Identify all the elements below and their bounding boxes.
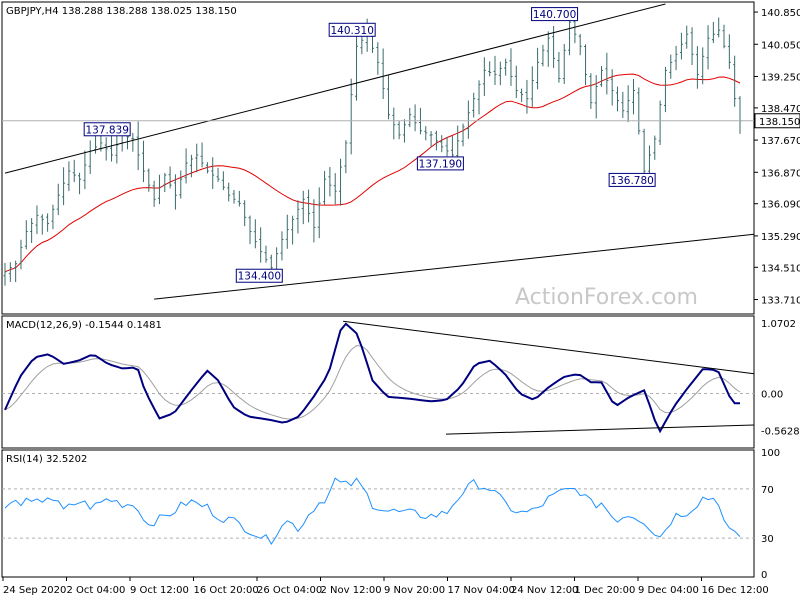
price-y-tick-label: 137.670 (761, 136, 800, 147)
macd-title: MACD(12,26,9) -0.1544 0.1481 (6, 320, 162, 331)
x-tick-label: 9 Dec 04:00 (638, 585, 699, 596)
x-tick-label: 17 Nov 04:00 (448, 585, 515, 596)
rsi-y-tick-label: 0 (761, 570, 767, 581)
rsi-title: RSI(14) 32.5202 (6, 454, 87, 465)
x-tick-label: 2 Nov 12:00 (321, 585, 382, 596)
x-tick-label: 9 Nov 20:00 (384, 585, 445, 596)
price-y-tick-label: 136.090 (761, 200, 800, 211)
price-y-tick-label: 135.290 (761, 232, 800, 243)
x-tick-label: 24 Sep 2020 (3, 585, 66, 596)
price-y-tick-label: 140.050 (761, 40, 800, 51)
x-tick-label: 26 Oct 04:00 (257, 585, 322, 596)
price-label: 140.700 (533, 9, 576, 21)
price-label: 137.190 (419, 158, 462, 170)
price-y-tick-label: 139.250 (761, 72, 800, 83)
x-tick-label: 24 Nov 12:00 (511, 585, 578, 596)
chart-svg: 137.839 140.310 140.700 137.190 136.780 134.4… (0, 0, 800, 600)
macd-y-tick-label: 1.0702 (761, 319, 796, 330)
price-label: 140.310 (330, 25, 373, 37)
price-label: 134.400 (238, 271, 281, 283)
price-y-tick-label: 136.870 (761, 168, 800, 179)
symbol-header: GBPJPY,H4 138.288 138.288 138.025 138.15… (6, 6, 237, 17)
x-tick-label: 1 Dec 20:00 (575, 585, 636, 596)
macd-y-tick-label: -0.5628 (761, 426, 800, 437)
price-label: 136.780 (610, 175, 653, 187)
macd-y-tick-label: 0.00 (761, 389, 783, 400)
rsi-y-tick-label: 30 (761, 534, 774, 545)
gbpjpy-chart: 137.839 140.310 140.700 137.190 136.780 134.4… (0, 0, 800, 600)
x-tick-label: 2 Oct 04:00 (67, 585, 126, 596)
watermark: ActionForex.com (515, 285, 698, 310)
current-price-label: 138.150 (759, 117, 800, 128)
price-y-tick-label: 138.470 (761, 104, 800, 115)
price-y-tick-label: 140.850 (761, 8, 800, 19)
price-y-tick-label: 134.510 (761, 263, 800, 274)
rsi-y-tick-label: 70 (761, 485, 774, 496)
x-tick-label: 16 Oct 20:00 (194, 585, 259, 596)
price-label: 137.839 (85, 124, 128, 136)
price-y-tick-label: 133.710 (761, 296, 800, 307)
rsi-y-tick-label: 100 (761, 448, 780, 459)
x-tick-label: 16 Dec 12:00 (702, 585, 769, 596)
x-tick-label: 9 Oct 12:00 (130, 585, 189, 596)
